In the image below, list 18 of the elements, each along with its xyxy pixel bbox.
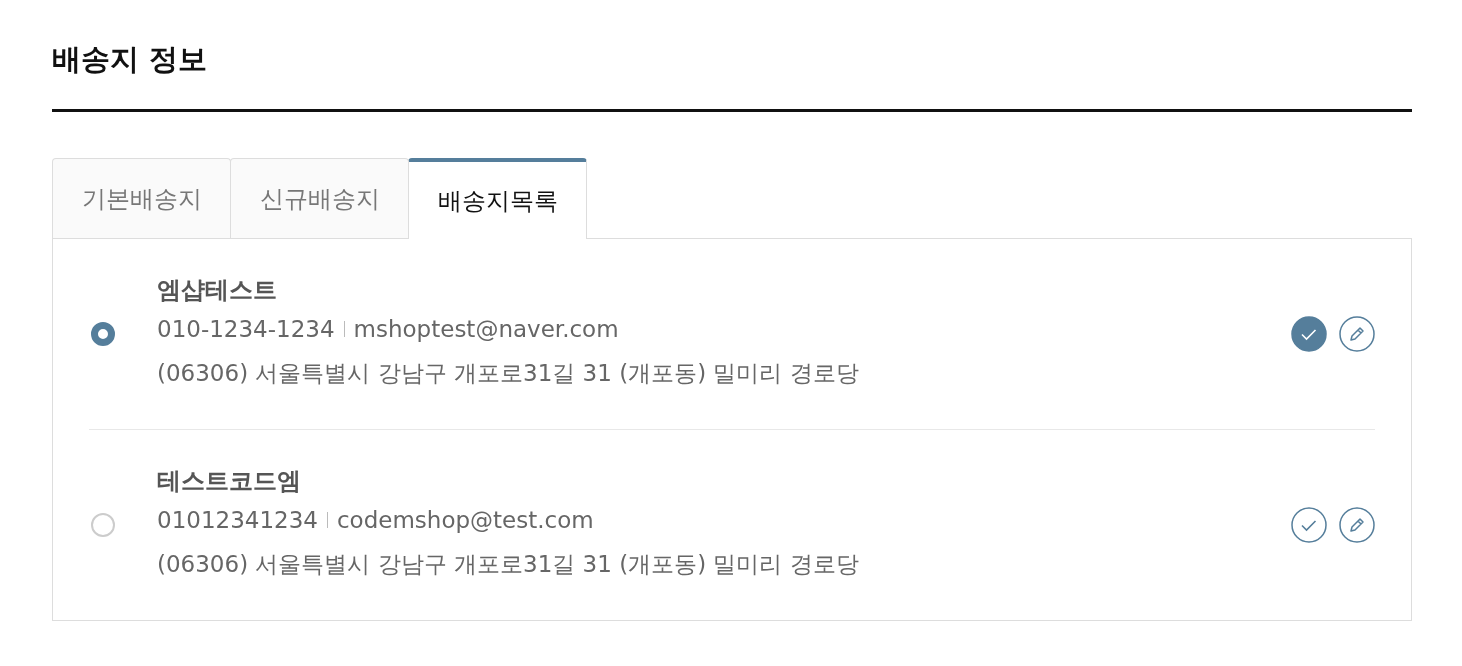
tab[interactable]: 배송지목록 (408, 158, 587, 239)
edit-icon[interactable] (1339, 316, 1375, 352)
email-address: mshoptest@naver.com (353, 315, 619, 344)
recipient-name: 테스트코드엠 (157, 466, 302, 497)
tab[interactable]: 신규배송지 (230, 158, 409, 238)
radio-button[interactable] (91, 513, 115, 537)
tab[interactable]: 기본배송지 (52, 158, 231, 238)
section-title: 배송지 정보 (52, 41, 209, 78)
radio-button[interactable] (91, 322, 115, 346)
phone-number: 010-1234-1234 (157, 315, 335, 344)
edit-icon[interactable] (1339, 507, 1375, 543)
recipient-name: 엠샵테스트 (157, 275, 278, 306)
check-icon[interactable] (1291, 316, 1327, 352)
phone-number: 01012341234 (157, 506, 318, 535)
street-address: (06306) 서울특별시 강남구 개포로31길 31 (개포동) 밀미리 경로당 (157, 550, 860, 579)
check-icon[interactable] (1291, 507, 1327, 543)
email-address: codemshop@test.com (336, 506, 594, 535)
street-address: (06306) 서울특별시 강남구 개포로31길 31 (개포동) 밀미리 경로당 (157, 359, 860, 388)
